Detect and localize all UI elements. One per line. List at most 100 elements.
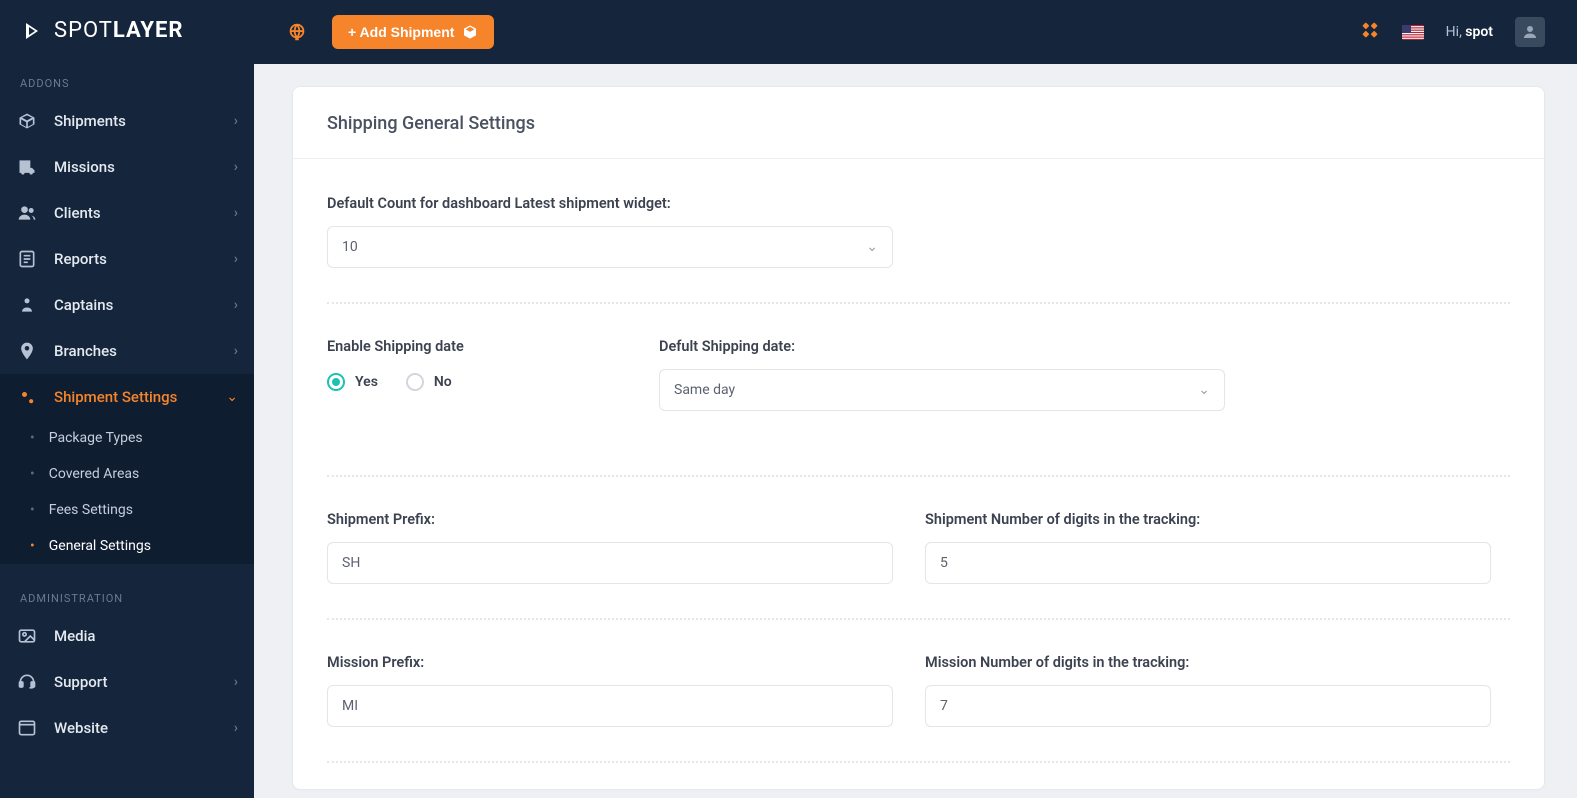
brand-logo[interactable]: SPOTLAYER [0,0,254,67]
chevron-right-icon: › [234,251,238,267]
image-icon [16,625,38,647]
input-shipment-prefix[interactable] [342,555,878,571]
avatar[interactable] [1515,17,1545,47]
sub-item-label: Covered Areas [49,466,140,482]
sidebar-item-label: Captains [54,296,113,314]
input-mission-digits[interactable] [940,698,1476,714]
select-value: Same day [674,382,735,398]
chevron-right-icon: › [234,159,238,175]
add-shipment-button[interactable]: + Add Shipment [332,15,494,49]
sidebar-item-label: Website [54,719,108,737]
sidebar-item-label: Shipment Settings [54,388,177,406]
radio-yes[interactable]: Yes [327,373,378,391]
label-shipment-digits: Shipment Number of digits in the trackin… [925,511,1491,528]
label-default-shipping-date: Defult Shipping date: [659,338,1225,355]
content-scroll[interactable]: Shipping General Settings Default Count … [254,64,1577,798]
select-default-count[interactable]: 10 ⌄ [327,226,893,268]
logo-icon [20,19,44,43]
divider [327,618,1510,620]
field-shipment-digits: Shipment Number of digits in the trackin… [925,511,1491,584]
divider [327,761,1510,763]
sidebar-item-media[interactable]: Media [0,613,254,659]
divider [327,475,1510,477]
sidebar-item-label: Support [54,673,107,691]
chevron-right-icon: › [234,205,238,221]
label-enable-shipping-date: Enable Shipping date [327,338,627,355]
field-enable-shipping-date: Enable Shipping date Yes No [327,338,627,411]
label-mission-prefix: Mission Prefix: [327,654,893,671]
field-default-shipping-date: Defult Shipping date: Same day ⌄ [659,338,1225,411]
input-mission-prefix[interactable] [342,698,878,714]
report-icon [16,248,38,270]
map-pin-icon [16,340,38,362]
input-mission-digits-wrap [925,685,1491,727]
package-icon [462,24,478,40]
settings-card: Shipping General Settings Default Count … [292,86,1545,790]
chevron-right-icon: › [234,674,238,690]
greeting-prefix: Hi, [1446,24,1466,40]
select-value: 10 [342,239,358,255]
input-mission-prefix-wrap [327,685,893,727]
radio-no[interactable]: No [406,373,452,391]
sidebar-item-clients[interactable]: Clients › [0,190,254,236]
divider [327,302,1510,304]
greeting-name: spot [1465,24,1493,40]
sidebar-sub-package-types[interactable]: Package Types [0,420,254,456]
sidebar-item-label: Branches [54,342,117,360]
chevron-down-icon: ⌄ [1198,382,1210,398]
input-shipment-digits-wrap [925,542,1491,584]
label-mission-digits: Mission Number of digits in the tracking… [925,654,1491,671]
label-default-count: Default Count for dashboard Latest shipm… [327,195,1510,212]
sidebar-section-administration: ADMINISTRATION [0,582,254,613]
language-flag-us[interactable] [1402,25,1424,40]
chevron-right-icon: › [234,343,238,359]
apps-icon[interactable] [1360,20,1380,44]
user-greeting[interactable]: Hi, spot [1446,24,1493,40]
field-default-count: Default Count for dashboard Latest shipm… [327,195,1510,268]
sidebar-item-shipment-settings[interactable]: Shipment Settings ⌄ [0,374,254,420]
sidebar-item-website[interactable]: Website › [0,705,254,751]
select-default-shipping-date[interactable]: Same day ⌄ [659,369,1225,411]
user-icon [1521,23,1539,41]
chevron-right-icon: › [234,113,238,129]
sidebar-item-support[interactable]: Support › [0,659,254,705]
label-shipment-prefix: Shipment Prefix: [327,511,893,528]
radio-circle-icon [327,373,345,391]
chevron-right-icon: › [234,297,238,313]
sidebar-item-shipments[interactable]: Shipments › [0,98,254,144]
sidebar-item-reports[interactable]: Reports › [0,236,254,282]
sidebar-item-missions[interactable]: Missions › [0,144,254,190]
sub-item-label: General Settings [49,538,151,554]
captain-icon [16,294,38,316]
gears-icon [16,386,38,408]
radio-label: No [434,374,452,390]
field-mission-digits: Mission Number of digits in the tracking… [925,654,1491,727]
globe-icon[interactable] [286,21,308,43]
sub-item-label: Fees Settings [49,502,133,518]
sidebar-sub-fees-settings[interactable]: Fees Settings [0,492,254,528]
sidebar-item-label: Missions [54,158,115,176]
sidebar-item-label: Media [54,627,96,645]
brand-text-bold: LAYER [113,18,184,43]
sub-item-label: Package Types [49,430,143,446]
users-icon [16,202,38,224]
sidebar-item-captains[interactable]: Captains › [0,282,254,328]
sidebar-sub-general-settings[interactable]: General Settings [0,528,254,564]
sidebar-item-branches[interactable]: Branches › [0,328,254,374]
field-shipment-prefix: Shipment Prefix: [327,511,893,584]
input-shipment-digits[interactable] [940,555,1476,571]
sidebar-item-label: Shipments [54,112,126,130]
browser-icon [16,717,38,739]
add-shipment-label: + Add Shipment [348,24,454,40]
sidebar: SPOTLAYER ADDONS Shipments › Missions › … [0,0,254,798]
headset-icon [16,671,38,693]
chevron-down-icon: ⌄ [866,239,878,255]
main-area: + Add Shipment Hi, spot Shipp [254,0,1577,798]
sidebar-submenu: Package Types Covered Areas Fees Setting… [0,420,254,564]
sidebar-sub-covered-areas[interactable]: Covered Areas [0,456,254,492]
radio-circle-icon [406,373,424,391]
chevron-right-icon: › [234,720,238,736]
topbar: + Add Shipment Hi, spot [254,0,1577,64]
truck-icon [16,156,38,178]
field-mission-prefix: Mission Prefix: [327,654,893,727]
